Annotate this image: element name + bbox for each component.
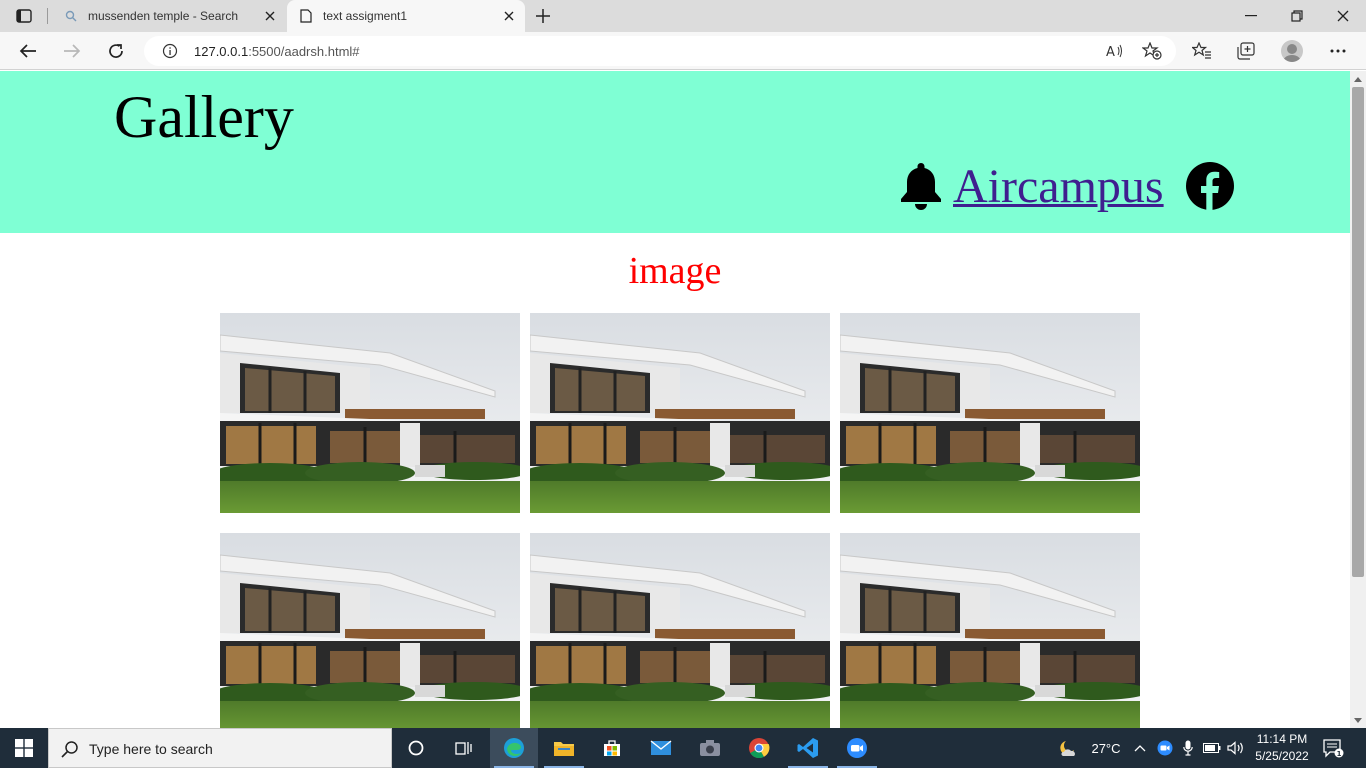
taskbar-file-explorer[interactable] bbox=[540, 728, 588, 768]
settings-more-button[interactable] bbox=[1326, 40, 1350, 62]
cortana-button[interactable] bbox=[392, 728, 440, 768]
gallery-image[interactable] bbox=[530, 533, 830, 728]
page-viewport: Gallery Aircampus image bbox=[0, 71, 1350, 728]
windows-taskbar: Type here to search 27°C 11:14 PM 5/25/2… bbox=[0, 728, 1366, 768]
restore-button[interactable] bbox=[1274, 0, 1320, 32]
browser-tab-bar: mussenden temple - Search text assigment… bbox=[0, 0, 1366, 32]
start-button[interactable] bbox=[0, 728, 48, 768]
taskbar-chrome[interactable] bbox=[735, 728, 783, 768]
tab-search[interactable]: mussenden temple - Search bbox=[52, 0, 286, 32]
close-icon bbox=[1337, 10, 1349, 22]
gallery-image[interactable] bbox=[840, 313, 1140, 513]
tab-actions-button[interactable] bbox=[8, 5, 40, 27]
scroll-down-arrow-icon[interactable] bbox=[1350, 712, 1366, 728]
close-tab-icon[interactable] bbox=[262, 8, 278, 24]
facebook-icon[interactable] bbox=[1185, 161, 1235, 211]
collections-icon bbox=[1237, 42, 1255, 60]
windows-logo-icon bbox=[15, 739, 33, 757]
clock-time: 11:14 PM bbox=[1256, 732, 1308, 746]
weather-moon-icon[interactable] bbox=[1056, 738, 1078, 758]
folder-icon bbox=[554, 742, 574, 756]
url-text: 127.0.0.1:5500/aadrsh.html# bbox=[194, 44, 360, 59]
plus-icon bbox=[536, 9, 550, 23]
zoom-icon bbox=[847, 738, 867, 758]
collections-button[interactable] bbox=[1234, 40, 1258, 62]
chevron-up-icon[interactable] bbox=[1132, 738, 1148, 758]
taskbar-edge[interactable] bbox=[490, 728, 538, 768]
taskbar-vscode[interactable] bbox=[784, 728, 832, 768]
tab-divider bbox=[47, 8, 48, 24]
address-bar[interactable]: 127.0.0.1:5500/aadrsh.html# A bbox=[144, 36, 1176, 66]
weather-temperature[interactable]: 27°C bbox=[1086, 738, 1126, 758]
svg-text:A: A bbox=[1106, 45, 1115, 59]
restore-icon bbox=[1291, 10, 1303, 22]
page-title: Gallery bbox=[114, 84, 294, 150]
close-window-button[interactable] bbox=[1320, 0, 1366, 32]
tab-label: mussenden temple - Search bbox=[88, 9, 239, 23]
info-icon[interactable] bbox=[162, 43, 178, 59]
camera-icon bbox=[700, 740, 720, 756]
taskbar-clock[interactable]: 11:14 PM 5/25/2022 bbox=[1248, 731, 1316, 765]
favorites-button[interactable] bbox=[1190, 40, 1214, 62]
minimize-icon bbox=[1245, 15, 1257, 17]
page-scrollbar[interactable] bbox=[1350, 71, 1366, 728]
chrome-icon bbox=[749, 738, 770, 759]
taskbar-mail[interactable] bbox=[637, 728, 685, 768]
gallery-image[interactable] bbox=[840, 533, 1140, 728]
gallery-image[interactable] bbox=[530, 313, 830, 513]
forward-button[interactable] bbox=[59, 39, 85, 63]
page-icon bbox=[299, 9, 313, 23]
tab-label: text assigment1 bbox=[323, 9, 408, 23]
section-heading: image bbox=[628, 250, 722, 292]
volume-icon[interactable] bbox=[1226, 738, 1246, 758]
mail-icon bbox=[650, 740, 672, 755]
back-button[interactable] bbox=[15, 39, 41, 63]
scroll-up-arrow-icon[interactable] bbox=[1350, 71, 1366, 87]
taskbar-search-box[interactable]: Type here to search bbox=[48, 728, 392, 768]
notification-count: 1 bbox=[1337, 750, 1342, 758]
tab-text-assignment[interactable]: text assigment1 bbox=[287, 0, 525, 32]
more-icon bbox=[1330, 49, 1346, 53]
bell-icon[interactable] bbox=[898, 161, 944, 211]
arrow-left-icon bbox=[19, 44, 36, 58]
browser-toolbar: 127.0.0.1:5500/aadrsh.html# A bbox=[0, 32, 1366, 70]
image-gallery-grid bbox=[220, 313, 1140, 728]
search-icon bbox=[64, 9, 78, 23]
favorites-icon bbox=[1192, 42, 1211, 59]
aircampus-link[interactable]: Aircampus bbox=[953, 159, 1164, 214]
reload-icon bbox=[109, 44, 123, 58]
taskbar-store[interactable] bbox=[588, 728, 636, 768]
clock-date: 5/25/2022 bbox=[1255, 749, 1309, 763]
close-tab-icon[interactable] bbox=[501, 8, 517, 24]
vscode-icon bbox=[797, 738, 818, 758]
page-header: Gallery Aircampus bbox=[0, 71, 1350, 233]
minimize-button[interactable] bbox=[1228, 0, 1274, 32]
profile-avatar[interactable] bbox=[1281, 40, 1303, 62]
cortana-icon bbox=[408, 740, 424, 756]
add-favorite-icon[interactable] bbox=[1141, 41, 1163, 61]
reload-button[interactable] bbox=[103, 39, 129, 63]
search-icon bbox=[61, 741, 78, 758]
task-view-icon bbox=[455, 742, 472, 755]
microphone-icon[interactable] bbox=[1180, 738, 1196, 758]
scrollbar-thumb[interactable] bbox=[1352, 87, 1364, 577]
gallery-image[interactable] bbox=[220, 533, 520, 728]
tab-actions-icon bbox=[16, 9, 32, 23]
zoom-tray-icon[interactable] bbox=[1156, 738, 1174, 758]
battery-icon[interactable] bbox=[1202, 738, 1222, 758]
new-tab-button[interactable] bbox=[532, 5, 554, 27]
store-icon bbox=[604, 740, 620, 756]
read-aloud-icon[interactable]: A bbox=[1104, 41, 1126, 61]
taskbar-zoom[interactable] bbox=[833, 728, 881, 768]
arrow-right-icon bbox=[64, 44, 81, 58]
notifications-icon[interactable]: 1 bbox=[1322, 738, 1344, 758]
edge-icon bbox=[504, 738, 524, 758]
gallery-image[interactable] bbox=[220, 313, 520, 513]
taskbar-camera[interactable] bbox=[686, 728, 734, 768]
search-placeholder: Type here to search bbox=[89, 741, 213, 757]
task-view-button[interactable] bbox=[440, 728, 488, 768]
